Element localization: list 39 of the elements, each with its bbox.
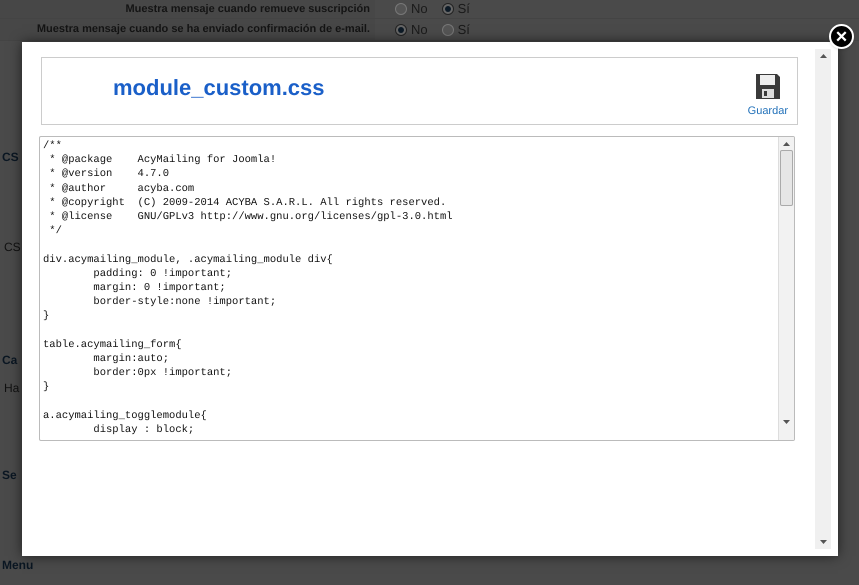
code-editor[interactable] [39, 136, 795, 441]
field-label: Ha [4, 381, 20, 395]
code-line: } [43, 309, 50, 324]
code-line: display : block; [92, 422, 194, 437]
scrollbar-thumb[interactable] [780, 150, 793, 206]
scrollbar[interactable] [778, 137, 794, 440]
radio-button[interactable] [395, 3, 407, 15]
close-button[interactable]: × [829, 24, 854, 49]
section-heading: Ca [2, 353, 18, 367]
code-line: } [43, 380, 50, 394]
code-line: table.acymailing_form{ [43, 338, 182, 352]
radio-button[interactable] [442, 3, 454, 15]
code-line: /** [43, 139, 62, 154]
save-button[interactable]: Guardar [748, 72, 788, 120]
code-line: margin: 0 !important; [92, 280, 226, 296]
code-line: padding: 0 !important; [92, 266, 232, 281]
code-line: border:0px !important; [92, 366, 232, 380]
scroll-down-icon[interactable] [783, 420, 790, 424]
code-line: div.acymailing_module, .acymailing_module div{ [43, 252, 333, 267]
code-line: * @version 4.7.0 [48, 167, 170, 182]
field-label: CS [4, 240, 21, 254]
radio-button[interactable] [442, 24, 454, 36]
code-line: margin:auto; [92, 352, 170, 366]
section-heading: CS [2, 150, 19, 164]
file-title: module_custom.css [113, 74, 325, 102]
code-line: * @copyright (C) 2009-2014 ACYBA S.A.R.L. All rights reserved. [48, 196, 446, 210]
code-line: * @author acyba.com [48, 182, 194, 196]
code-line: * @package AcyMailing for Joomla! [48, 153, 276, 168]
code-line: * @license GNU/GPLv3 http://www.gnu.org/licenses/gpl-3.0.html [48, 210, 453, 224]
code-line: border-style:none !important; [92, 295, 276, 310]
section-heading: Se [2, 468, 17, 482]
code-line: */ [48, 224, 62, 238]
radio-button[interactable] [395, 24, 407, 36]
section-heading: Menu [2, 558, 34, 572]
scroll-up-icon[interactable] [820, 54, 826, 58]
scroll-up-icon[interactable] [783, 142, 790, 146]
scroll-down-icon[interactable] [820, 540, 826, 544]
scrollbar[interactable] [815, 49, 831, 549]
code-line: a.acymailing_togglemodule{ [43, 408, 207, 423]
